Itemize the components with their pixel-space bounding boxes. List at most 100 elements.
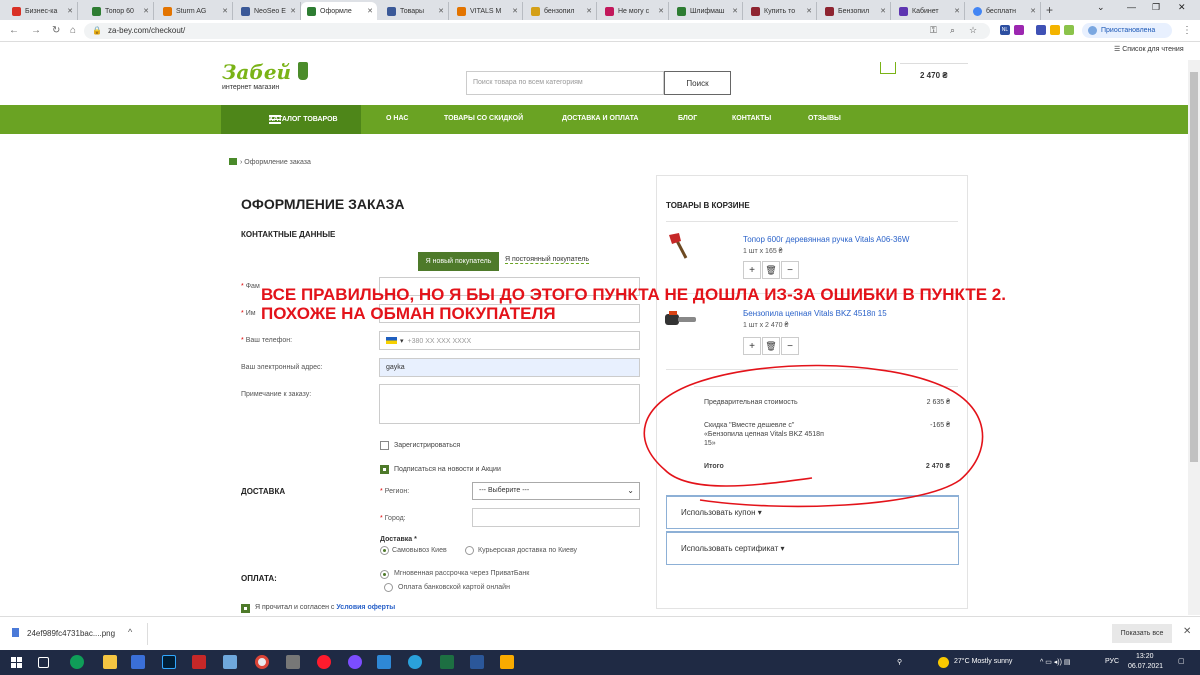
clock-date[interactable]: 06.07.2021 [1128,663,1163,670]
extension-icon[interactable] [1064,25,1074,35]
close-icon[interactable]: ✕ [367,7,373,15]
menu-item-reviews[interactable]: ОТЗЫВЫ [808,115,841,122]
zoom-icon[interactable]: ⌕ [950,25,955,36]
close-window-icon[interactable]: ✕ [1178,2,1186,13]
telegram-icon[interactable] [408,655,422,669]
menu-item-contacts[interactable]: КОНТАКТЫ [732,115,771,122]
show-all-button[interactable]: Показать все [1112,624,1172,643]
new-tab-icon[interactable]: + [1046,3,1053,17]
browser-tab[interactable]: Топор 60 ✕ [86,2,154,20]
page-scrollbar[interactable] [1188,60,1200,615]
menu-item-delivery[interactable]: ДОСТАВКА И ОПЛАТА [562,115,639,122]
browser-tab[interactable]: Шлифмаш ✕ [671,2,743,20]
browser-tab[interactable]: Товары ✕ [381,2,449,20]
browser-tab[interactable]: Sturm AG ✕ [157,2,233,20]
browser-tab[interactable]: VITALS M ✕ [451,2,523,20]
close-icon[interactable]: ✕ [438,7,444,15]
close-icon[interactable]: ✕ [658,7,664,15]
increase-qty-button[interactable]: + [743,261,761,279]
site-search-input[interactable]: Поиск товара по всем категориям [466,71,664,95]
close-icon[interactable]: ✕ [806,7,812,15]
back-icon[interactable]: ← [9,25,19,36]
browser-tab[interactable]: Кабинет ✕ [893,2,965,20]
folder-icon[interactable] [500,655,514,669]
extension-icon[interactable] [1036,25,1046,35]
close-icon[interactable]: ✕ [1183,626,1191,637]
extension-icon[interactable] [1014,25,1024,35]
close-icon[interactable]: ✕ [290,7,296,15]
close-icon[interactable]: ✕ [67,7,73,15]
file-explorer-icon[interactable] [103,655,117,669]
browser-tab[interactable]: бесплатн ✕ [967,2,1041,20]
installment-radio[interactable] [380,570,389,579]
site-logo[interactable]: Забей интернет магазин [222,62,308,91]
close-icon[interactable]: ✕ [512,7,518,15]
ukraine-flag-icon[interactable] [386,337,397,344]
close-icon[interactable]: ✕ [880,7,886,15]
browser-tab[interactable]: NeoSeo E ✕ [235,2,301,20]
tab-existing-customer[interactable]: Я постоянный покупатель [505,256,589,264]
menu-item-about[interactable]: О НАС [386,115,408,122]
phone-input[interactable]: ▾ +380 XX XXX XXXX [379,331,640,350]
decrease-qty-button[interactable]: − [781,337,799,355]
cart-icon[interactable] [880,62,896,74]
excel-icon[interactable] [440,655,454,669]
agree-checkbox[interactable] [241,604,250,613]
scrollbar-thumb[interactable] [1190,72,1198,462]
downloaded-file[interactable]: 24ef989fc4731bac....png [12,628,115,638]
profile-button[interactable]: Приостановлена [1082,23,1172,38]
close-icon[interactable]: ✕ [1030,7,1036,15]
browser-tab[interactable]: Бизнес-ка ✕ [6,2,78,20]
extension-icon[interactable] [1050,25,1060,35]
register-checkbox[interactable] [380,441,389,450]
bookmark-star-icon[interactable]: ☆ [969,25,977,36]
header-cart-total[interactable]: 2 470 ₴ [920,71,948,80]
calculator-icon[interactable] [470,655,484,669]
url-omnibox[interactable]: 🔒 za-bey.com/checkout/ ⚿ ⌕ ☆ [84,23,990,39]
browser-tab[interactable]: Купить то ✕ [745,2,817,20]
offer-terms-link[interactable]: Условия оферты [336,604,395,611]
close-icon[interactable]: ✕ [732,7,738,15]
axe-product-image[interactable] [664,231,694,261]
comment-textarea[interactable] [379,384,640,424]
close-icon[interactable]: ✕ [143,7,149,15]
chrome-icon[interactable] [255,655,269,669]
mail-icon[interactable] [131,655,145,669]
task-view-icon[interactable] [38,657,49,668]
chevron-up-icon[interactable]: ^ [128,627,132,637]
opera-icon[interactable] [317,655,331,669]
increase-qty-button[interactable]: + [743,337,761,355]
language-indicator[interactable]: РУС [1105,658,1119,665]
reload-icon[interactable]: ↻ [52,25,60,36]
photos-icon[interactable] [377,655,391,669]
city-input[interactable] [472,508,640,527]
home-icon[interactable]: ⌂ [70,25,76,36]
key-icon[interactable]: ⚿ [930,25,937,36]
people-icon[interactable]: ⚲ [897,658,902,666]
app-icon[interactable] [286,655,300,669]
reading-list-button[interactable]: ☰ Список для чтения [1114,45,1184,53]
coupon-toggle[interactable]: Использовать купон ▾ [666,495,959,529]
tray-icons[interactable]: ^ ▭ ◂)) ▤ [1040,658,1071,666]
subscribe-checkbox[interactable] [380,465,389,474]
close-icon[interactable]: ✕ [222,7,228,15]
clock-time[interactable]: 13:20 [1136,653,1154,660]
catalog-button[interactable]: КАТАЛОГ ТОВАРОВ [221,105,361,134]
edge-icon[interactable] [70,655,84,669]
home-icon[interactable] [229,158,237,165]
pickup-radio[interactable] [380,546,389,555]
tab-new-customer[interactable]: Я новый покупатель [418,252,499,271]
email-input[interactable]: gayka [379,358,640,377]
decrease-qty-button[interactable]: − [781,261,799,279]
browser-tab[interactable]: бензопил ✕ [525,2,597,20]
extension-icon[interactable]: NL [1000,25,1010,35]
viber-icon[interactable] [348,655,362,669]
notepad-icon[interactable] [223,655,237,669]
site-search-button[interactable]: Поиск [664,71,731,95]
cart-item-name[interactable]: Топор 600г деревянная ручка Vitals A06-3… [743,235,909,244]
weather-icon[interactable] [938,657,949,668]
region-select[interactable]: --- Выберите --- ⌄ [472,482,640,500]
filezilla-icon[interactable] [192,655,206,669]
close-icon[interactable]: ✕ [586,7,592,15]
weather-text[interactable]: 27°C Mostly sunny [954,658,1012,665]
